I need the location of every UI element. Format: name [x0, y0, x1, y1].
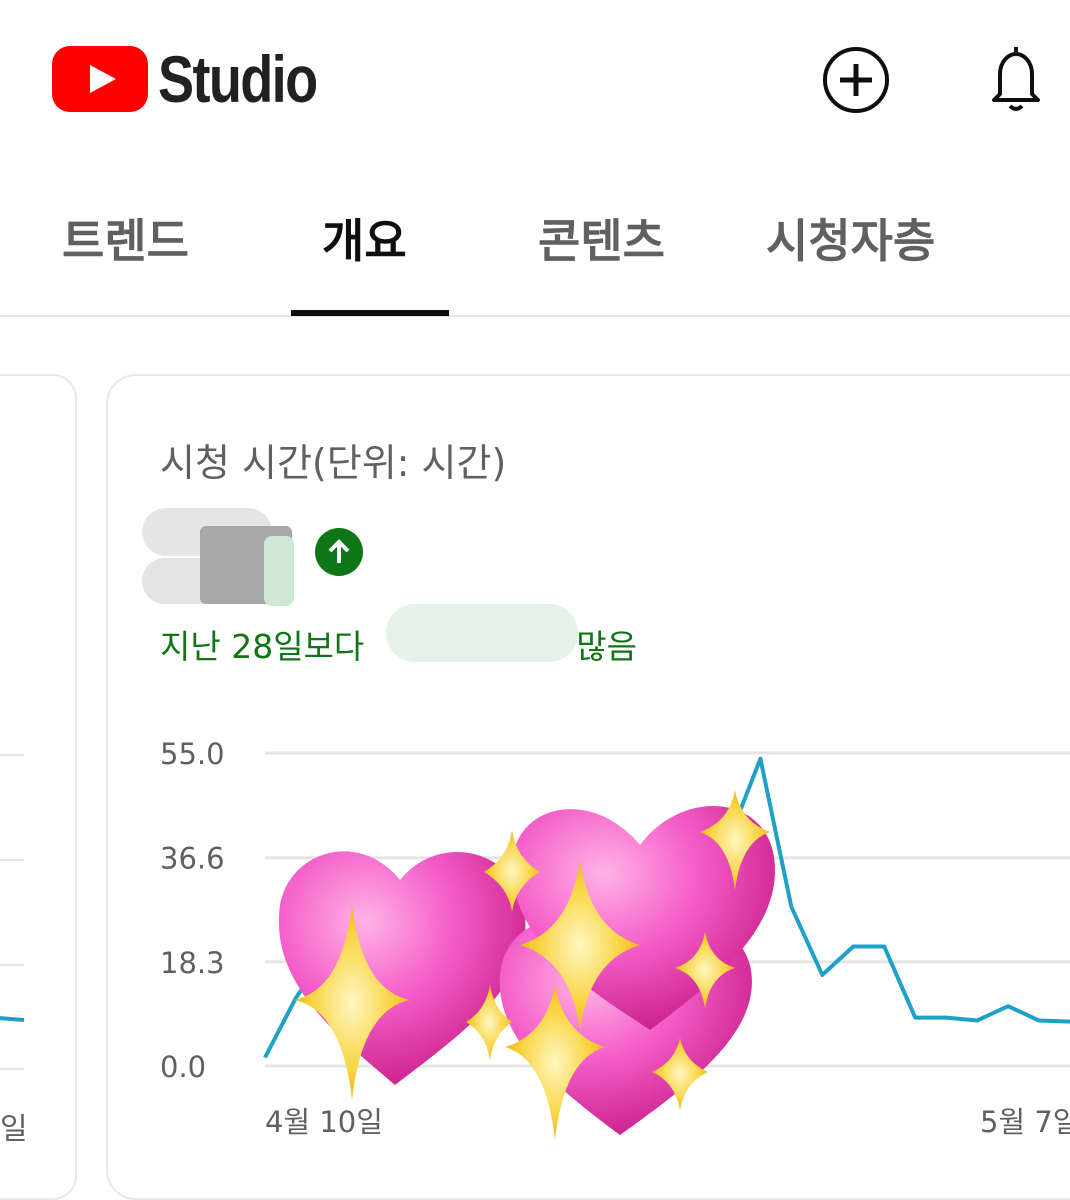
metric-title: 시청 시간(단위: 시간): [160, 441, 507, 485]
x-tick-label: 일: [0, 1112, 28, 1147]
active-tab-indicator: [291, 310, 449, 316]
tab-overview[interactable]: 개요: [322, 205, 407, 271]
app-header: Studio: [0, 0, 1070, 160]
tab-content[interactable]: 콘텐츠: [538, 205, 665, 271]
comparison-prefix: 지난 28일보다: [160, 627, 365, 666]
comparison-suffix: 많음: [576, 627, 638, 666]
create-button[interactable]: [820, 44, 892, 116]
bell-icon: [992, 47, 1040, 111]
tab-audience[interactable]: 시청자층: [766, 205, 935, 271]
logo-text: Studio: [158, 42, 318, 116]
add-circle-icon: [823, 47, 889, 113]
redacted-percentage: [386, 604, 578, 662]
previous-chart-line: [0, 1016, 25, 1022]
arrow-up-icon: [315, 528, 363, 576]
tab-bar: 트렌드 개요 콘텐츠 시청자층: [0, 185, 1070, 317]
youtube-studio-logo[interactable]: Studio: [52, 46, 351, 112]
previous-metric-card[interactable]: 일: [0, 374, 77, 1200]
redacted-metric-value: [142, 508, 297, 606]
notifications-button[interactable]: [980, 44, 1052, 116]
tab-trends[interactable]: 트렌드: [62, 205, 189, 271]
watch-time-card[interactable]: [106, 374, 1070, 1200]
youtube-play-icon: [52, 46, 148, 112]
